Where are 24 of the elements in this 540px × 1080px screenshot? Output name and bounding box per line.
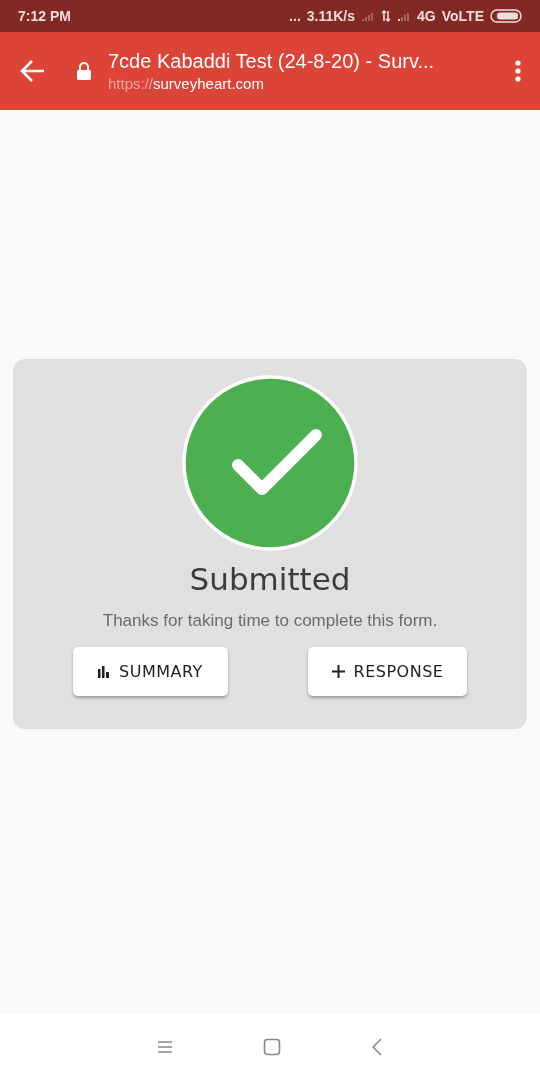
signal-icon <box>397 10 412 22</box>
volte-label: VoLTE <box>441 8 484 24</box>
home-icon[interactable] <box>263 1038 281 1056</box>
signal-icon <box>361 10 376 22</box>
menu-icon[interactable] <box>157 1040 173 1054</box>
page-url: https://surveyheart.com <box>108 75 265 92</box>
clock: 7:12 PM <box>18 8 71 24</box>
more-menu-icon[interactable] <box>514 59 522 83</box>
data-transfer-icon <box>381 10 392 22</box>
network-speed: 3.11K/s <box>306 8 356 24</box>
network-type: 4G <box>417 8 436 24</box>
battery-icon <box>490 9 522 23</box>
bar-chart-icon <box>98 665 111 678</box>
more-dots: ... <box>289 8 301 24</box>
thanks-message: Thanks for taking time to complete this form. <box>102 611 438 631</box>
submitted-heading: Submitted <box>189 561 351 597</box>
back-icon[interactable] <box>371 1038 383 1056</box>
response-button[interactable]: RESPONSE <box>308 647 467 696</box>
plus-icon <box>331 665 345 678</box>
page-title: 7cde Kabaddi Test (24-8-20) - Surv... <box>108 50 436 73</box>
back-arrow-icon[interactable] <box>20 59 46 83</box>
lock-icon <box>76 62 92 80</box>
success-check-icon <box>182 375 358 551</box>
summary-button[interactable]: SUMMARY <box>73 647 228 696</box>
